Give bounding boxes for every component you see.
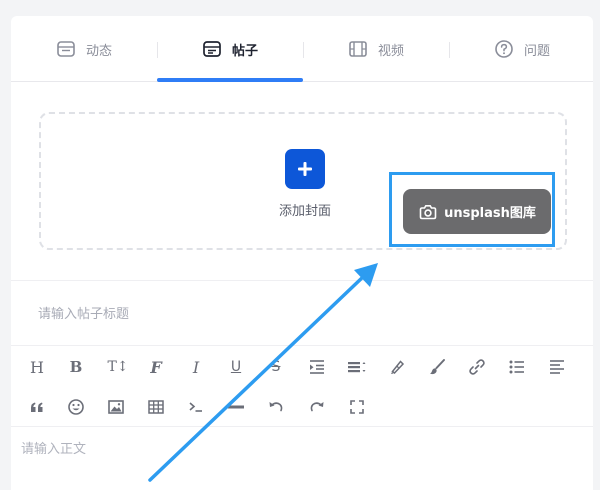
annotation-highlight-box <box>389 172 555 247</box>
line-height-button[interactable] <box>345 355 369 379</box>
font-family-button[interactable]: F <box>144 355 168 379</box>
quote-button[interactable] <box>25 395 49 419</box>
video-icon <box>348 39 368 59</box>
heading-button[interactable]: H <box>25 355 49 379</box>
heading-icon: H <box>30 357 44 377</box>
fullscreen-button[interactable] <box>345 395 369 419</box>
highlight-button[interactable] <box>385 355 409 379</box>
quote-icon <box>31 402 43 412</box>
table-button[interactable] <box>144 395 168 419</box>
post-icon <box>202 39 222 59</box>
align-left-icon <box>550 360 564 374</box>
plus-icon <box>298 162 312 176</box>
code-button[interactable] <box>184 395 208 419</box>
italic-icon: I <box>192 357 200 377</box>
horizontal-rule-icon <box>228 405 244 409</box>
bullet-list-icon <box>509 360 524 374</box>
post-body-editor[interactable] <box>21 438 581 478</box>
align-left-button[interactable] <box>545 355 569 379</box>
underline-icon: U <box>230 359 242 375</box>
italic-button[interactable]: I <box>184 355 208 379</box>
divider-button[interactable] <box>224 395 248 419</box>
tab-feed[interactable]: 动态 <box>11 16 157 82</box>
redo-icon <box>310 402 324 412</box>
fullscreen-icon <box>350 400 364 414</box>
highlighter-icon <box>391 360 405 375</box>
font-size-button[interactable]: T↕ <box>104 355 132 379</box>
redo-button[interactable] <box>305 395 329 419</box>
tab-label: 动态 <box>85 43 112 59</box>
line-height-icon <box>348 362 366 373</box>
strikethrough-button[interactable]: S <box>264 355 288 379</box>
font-family-icon: F <box>150 357 162 377</box>
emoji-button[interactable] <box>64 395 88 419</box>
image-button[interactable] <box>104 395 128 419</box>
question-icon <box>494 39 514 59</box>
editor-toolbar: H B T↕ F I U S <box>11 347 593 427</box>
link-button[interactable] <box>465 355 489 379</box>
indent-button[interactable] <box>305 355 329 379</box>
tab-label: 问题 <box>523 43 550 59</box>
active-tab-indicator <box>157 78 303 82</box>
undo-button[interactable] <box>264 395 288 419</box>
add-cover-label: 添加封面 <box>278 204 331 219</box>
brush-button[interactable] <box>425 355 449 379</box>
tab-video[interactable]: 视频 <box>303 16 449 82</box>
tab-post[interactable]: 帖子 <box>157 16 303 82</box>
feed-icon <box>56 39 76 59</box>
strikethrough-icon: S <box>271 359 281 375</box>
bullet-list-button[interactable] <box>505 355 529 379</box>
post-editor-card: 动态 帖子 视频 问题 添加封面 unsplash图库 请输入帖子标题 H B … <box>11 16 593 490</box>
tab-label: 视频 <box>377 43 404 59</box>
title-row <box>11 280 593 346</box>
table-icon <box>148 400 164 414</box>
emoji-icon <box>68 399 84 415</box>
underline-button[interactable]: U <box>224 355 248 379</box>
tab-question[interactable]: 问题 <box>449 16 595 82</box>
terminal-icon <box>189 402 202 412</box>
add-cover-button[interactable] <box>285 149 325 189</box>
brush-icon <box>430 359 445 375</box>
tab-label: 帖子 <box>231 43 258 59</box>
indent-icon <box>310 360 324 374</box>
post-title-input[interactable] <box>38 301 558 327</box>
bold-button[interactable]: B <box>64 355 88 379</box>
bold-icon: B <box>69 358 83 376</box>
image-icon <box>108 400 124 414</box>
font-size-icon: T↕ <box>107 359 129 375</box>
link-icon <box>469 359 485 375</box>
undo-icon <box>269 402 283 412</box>
tab-bar: 动态 帖子 视频 问题 <box>11 16 593 82</box>
